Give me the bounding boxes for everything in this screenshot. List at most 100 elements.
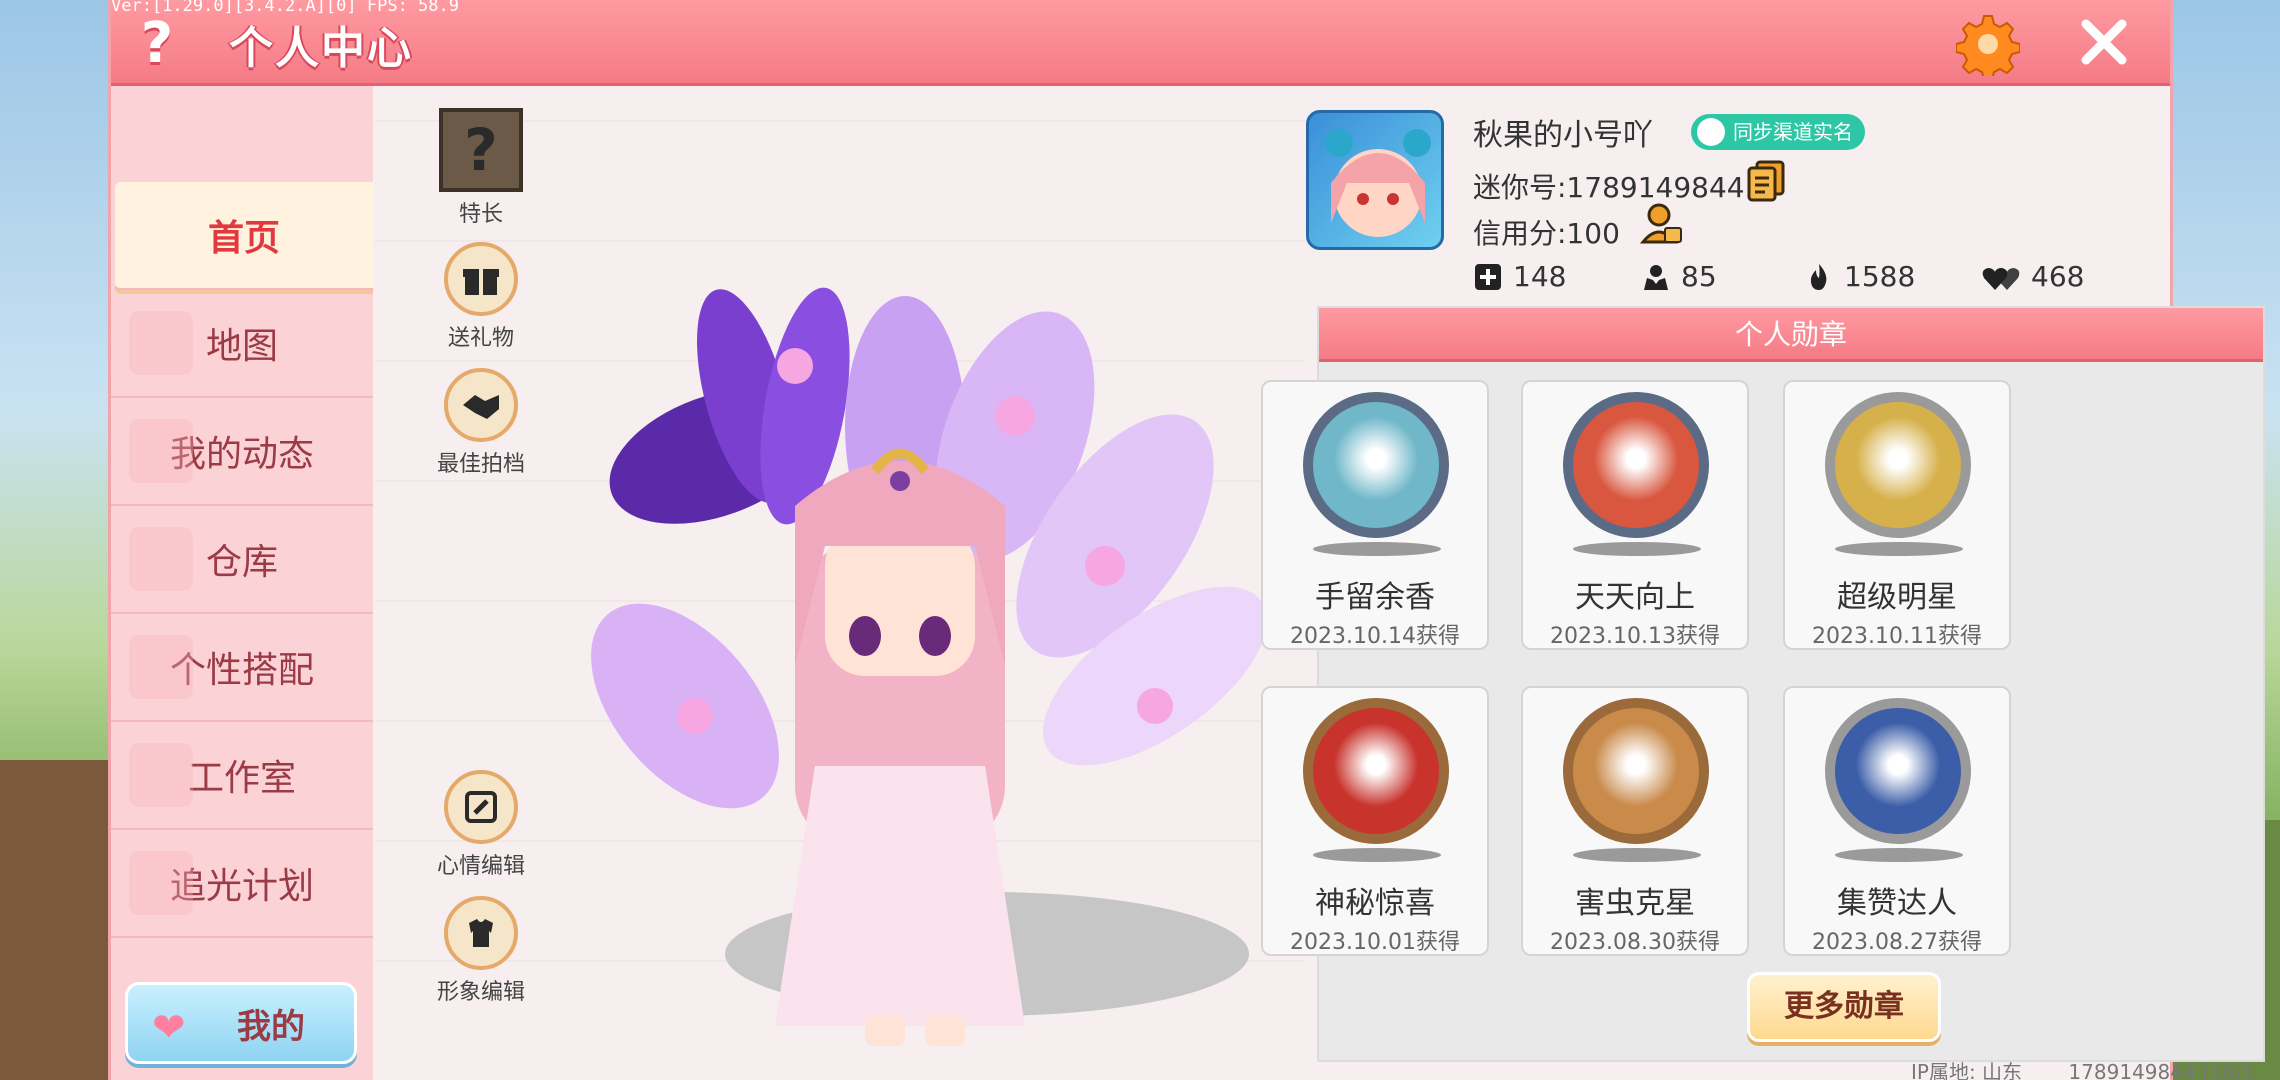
stat-hearts: 468	[1981, 260, 2084, 293]
plus-icon	[1475, 263, 1501, 290]
feed-icon	[129, 419, 193, 483]
mystery-box-icon: ?	[439, 108, 523, 192]
medal-date: 2023.10.14获得	[1290, 624, 1460, 649]
close-icon[interactable]	[2076, 14, 2132, 70]
hearts-icon	[1982, 267, 2020, 290]
light-plan-icon	[129, 851, 193, 915]
medal-icon	[1563, 698, 1709, 844]
sidebar-item-map[interactable]: 地图	[111, 290, 373, 398]
mood-edit-button[interactable]: 心情编辑	[421, 770, 541, 880]
medal-date: 2023.08.27获得	[1812, 930, 1982, 955]
send-gift-button[interactable]: 送礼物	[421, 242, 541, 352]
avatar[interactable]	[1306, 110, 1444, 250]
nickname: 秋果的小号吖	[1473, 118, 1653, 153]
sidebar-item-outfit[interactable]: 个性搭配	[111, 614, 373, 722]
sidebar-item-studio[interactable]: 工作室	[111, 722, 373, 830]
medal-name: 集赞达人	[1837, 886, 1957, 921]
more-medals-button[interactable]: 更多勋章	[1747, 972, 1941, 1042]
medal-shadow	[1313, 848, 1441, 862]
help-icon[interactable]: ?	[127, 14, 187, 74]
sidebar-item-home[interactable]: 首页	[115, 182, 373, 290]
medal-card[interactable]: 手留余香 2023.10.14获得	[1261, 380, 1489, 650]
specialty-label: 特长	[458, 202, 503, 227]
outfit-edit-icon	[444, 896, 518, 970]
medal-card[interactable]: 天天向上 2023.10.13获得	[1521, 380, 1749, 650]
my-button-label: 我的	[237, 1006, 305, 1047]
copy-icon[interactable]	[1747, 160, 1785, 202]
title-bar: Ver:[1.29.0][3.4.2.A][0] FPS: 58.9 ? 个人中…	[111, 0, 2170, 86]
image-edit-label: 形象编辑	[436, 980, 525, 1005]
thumbs-up-icon	[1644, 264, 1668, 290]
studio-icon	[129, 743, 193, 807]
medal-icon	[1303, 392, 1449, 538]
medal-date: 2023.08.30获得	[1550, 930, 1720, 955]
mood-edit-label: 心情编辑	[436, 854, 525, 879]
footer-timestamp: [10/1	[2202, 1060, 2255, 1080]
outfit-icon	[129, 635, 193, 699]
verify-badge-label: 同步渠道实名	[1733, 120, 1853, 144]
medal-card[interactable]: 害虫克星 2023.08.30获得	[1521, 686, 1749, 956]
credit-score: 信用分:100	[1473, 217, 1620, 250]
user-verify-icon	[1697, 118, 1725, 146]
stat-likes: 85	[1641, 260, 1717, 293]
sidebar-item-light-plan[interactable]: 追光计划	[111, 830, 373, 938]
medal-name: 神秘惊喜	[1315, 886, 1435, 921]
medal-name: 超级明星	[1837, 580, 1957, 615]
handshake-icon	[444, 368, 518, 442]
stat-adds: 148	[1473, 260, 1566, 293]
medal-name: 害虫克星	[1575, 886, 1695, 921]
specialty-button[interactable]: ? 特长	[421, 108, 541, 228]
character-avatar[interactable]	[545, 246, 1315, 1066]
medal-shadow	[1835, 542, 1963, 556]
sidebar-item-label: 工作室	[187, 758, 296, 799]
credit-user-icon[interactable]	[1639, 202, 1683, 246]
profile-window: Ver:[1.29.0][3.4.2.A][0] FPS: 58.9 ? 个人中…	[108, 0, 2265, 1080]
edit-pencil-icon	[444, 770, 518, 844]
best-partner-button[interactable]: 最佳拍档	[421, 368, 541, 478]
medal-card[interactable]: 超级明星 2023.10.11获得	[1783, 380, 2011, 650]
gift-icon	[444, 242, 518, 316]
medal-card[interactable]: 神秘惊喜 2023.10.01获得	[1261, 686, 1489, 956]
sidebar-item-label: 首页	[207, 218, 280, 259]
stat-value: 85	[1681, 260, 1717, 293]
medal-shadow	[1835, 848, 1963, 862]
ip-location: IP属地: 山东	[1911, 1060, 2023, 1080]
sidebar-nav: 首页 地图 我的动态 仓库 个性搭配 工作室 追光计划 ❤ 我的	[111, 86, 373, 1080]
sidebar-item-warehouse[interactable]: 仓库	[111, 506, 373, 614]
flame-icon	[1810, 263, 1827, 290]
medal-name: 天天向上	[1575, 580, 1695, 615]
send-gift-label: 送礼物	[447, 326, 514, 351]
medal-panel-header: 个人勋章	[1319, 308, 2263, 362]
verify-badge[interactable]: 同步渠道实名	[1691, 114, 1865, 150]
medal-date: 2023.10.01获得	[1290, 930, 1460, 955]
stat-popularity: 1588	[1804, 260, 1915, 293]
gear-icon[interactable]	[1956, 12, 2020, 76]
mini-id: 迷你号:1789149844	[1473, 171, 1745, 204]
scenery-block-left	[0, 760, 110, 1080]
footer-info: IP属地: 山东 1789149844 [10/1	[1911, 1056, 2255, 1080]
my-button[interactable]: ❤ 我的	[125, 982, 357, 1064]
medal-icon	[1825, 698, 1971, 844]
medal-icon	[1825, 392, 1971, 538]
character-body	[775, 448, 1025, 1046]
map-icon	[129, 311, 193, 375]
stat-value: 468	[2031, 260, 2085, 293]
medal-icon	[1563, 392, 1709, 538]
medal-date: 2023.10.11获得	[1812, 624, 1982, 649]
warehouse-icon	[129, 527, 193, 591]
medal-date: 2023.10.13获得	[1550, 624, 1720, 649]
medal-shadow	[1573, 848, 1701, 862]
image-edit-button[interactable]: 形象编辑	[421, 896, 541, 1006]
medal-card[interactable]: 集赞达人 2023.08.27获得	[1783, 686, 2011, 956]
medal-shadow	[1313, 542, 1441, 556]
window-title: 个人中心	[229, 23, 413, 74]
medal-shadow	[1573, 542, 1701, 556]
best-partner-label: 最佳拍档	[436, 452, 525, 477]
sidebar-item-label: 仓库	[205, 542, 278, 583]
sidebar-item-my-feed[interactable]: 我的动态	[111, 398, 373, 506]
character-stage: ? 特长 送礼物 最佳拍档 心情编辑 形象编辑	[375, 86, 1305, 1080]
medal-name: 手留余香	[1315, 580, 1435, 615]
stat-value: 1588	[1844, 260, 1916, 293]
heart-icon: ❤	[152, 1005, 186, 1051]
medal-icon	[1303, 698, 1449, 844]
